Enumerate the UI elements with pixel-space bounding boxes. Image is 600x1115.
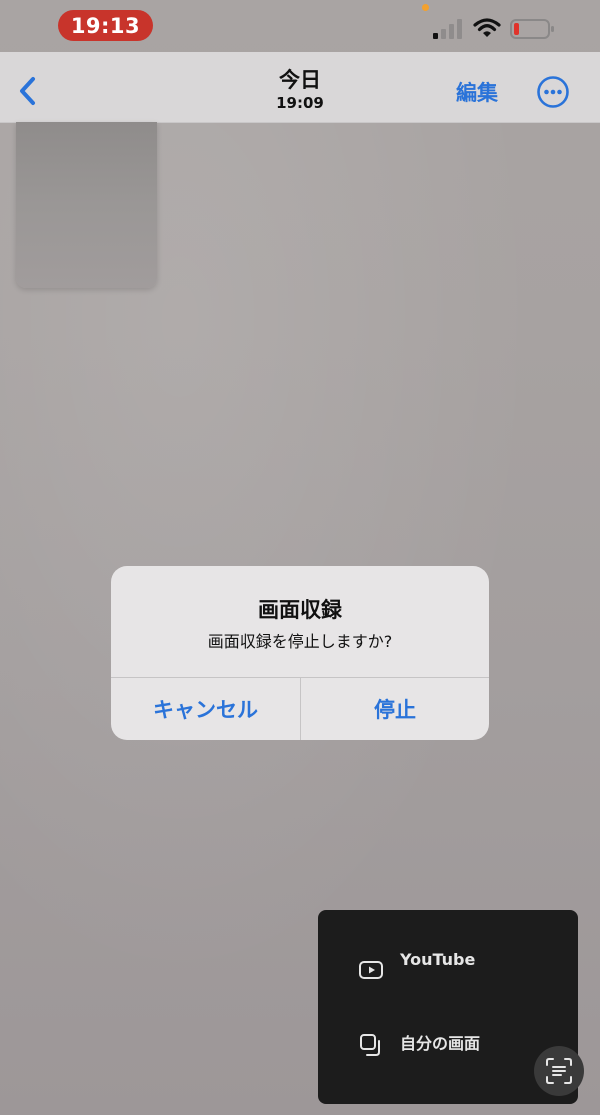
- live-text-icon: [546, 1058, 572, 1084]
- screen: 19:13 今日 19:09 編集 画面収録 画面収録を停止しますか? キャンセ…: [0, 0, 600, 1115]
- battery-low-icon: [510, 19, 554, 39]
- navigation-bar: 今日 19:09 編集: [0, 52, 600, 123]
- share-item-label: YouTube: [400, 950, 476, 969]
- status-bar: 19:13: [0, 0, 600, 52]
- cellular-signal-icon: [433, 19, 462, 39]
- back-chevron-icon[interactable]: [14, 74, 42, 108]
- recording-time-pill[interactable]: 19:13: [58, 10, 153, 41]
- share-item-label: 自分の画面: [400, 1034, 481, 1053]
- alert-message: 画面収録を停止しますか?: [207, 632, 393, 651]
- nav-title: 今日: [279, 68, 321, 92]
- copy-screen-icon: [360, 1034, 380, 1056]
- cancel-button[interactable]: キャンセル: [111, 678, 300, 740]
- share-item-youtube[interactable]: YouTube: [318, 950, 578, 994]
- privacy-indicator-dot: [422, 4, 429, 11]
- edit-button[interactable]: 編集: [456, 77, 498, 107]
- stop-recording-alert: 画面収録 画面収録を停止しますか? キャンセル 停止: [111, 566, 489, 740]
- photo-thumbnail[interactable]: [16, 122, 157, 288]
- live-text-button[interactable]: [534, 1046, 584, 1096]
- nav-subtitle-time: 19:09: [276, 94, 324, 112]
- youtube-play-icon: [359, 961, 383, 979]
- alert-title: 画面収録: [258, 598, 342, 622]
- stop-button[interactable]: 停止: [301, 678, 489, 740]
- more-options-icon[interactable]: [536, 75, 570, 109]
- wifi-icon: [473, 18, 501, 37]
